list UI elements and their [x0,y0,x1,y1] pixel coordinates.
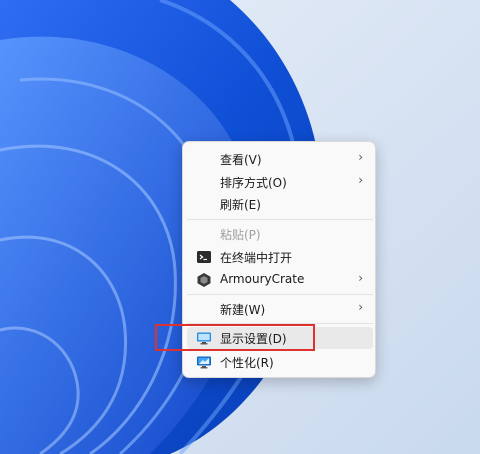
menu-item-sort[interactable]: 排序方式(O) › [187,171,373,193]
menu-item-personalize[interactable]: 个性化(R) [187,351,373,373]
menu-item-refresh[interactable]: 刷新(E) [187,193,373,215]
menu-item-label: 在终端中打开 [220,251,293,265]
menu-item-label: 粘贴(P) [220,228,261,242]
menu-item-label: 查看(V) [220,153,262,167]
terminal-icon [197,251,211,263]
personalize-icon [197,356,211,369]
menu-item-open-terminal[interactable]: 在终端中打开 [187,246,373,268]
menu-item-label: 个性化(R) [220,356,274,370]
menu-item-paste: 粘贴(P) [187,223,373,245]
menu-separator [187,219,373,220]
menu-item-label: ArmouryCrate [220,272,305,286]
desktop-context-menu: 查看(V) › 排序方式(O) › 刷新(E) 粘贴(P) 在终端中打开 Arm… [182,141,376,378]
menu-item-view[interactable]: 查看(V) › [187,148,373,170]
menu-item-new[interactable]: 新建(W) › [187,298,373,320]
armoury-crate-icon [197,273,211,287]
menu-item-display-settings[interactable]: 显示设置(D) [187,327,373,349]
display-icon [197,332,211,345]
menu-item-label: 刷新(E) [220,198,261,212]
chevron-right-icon: › [358,173,363,187]
chevron-right-icon: › [358,150,363,164]
chevron-right-icon: › [358,300,363,314]
menu-item-label: 排序方式(O) [220,176,287,190]
menu-separator [187,294,373,295]
menu-item-armoury-crate[interactable]: ArmouryCrate › [187,269,373,291]
menu-item-label: 新建(W) [220,303,266,317]
menu-separator [187,323,373,324]
menu-item-label: 显示设置(D) [220,332,287,346]
chevron-right-icon: › [358,271,363,285]
